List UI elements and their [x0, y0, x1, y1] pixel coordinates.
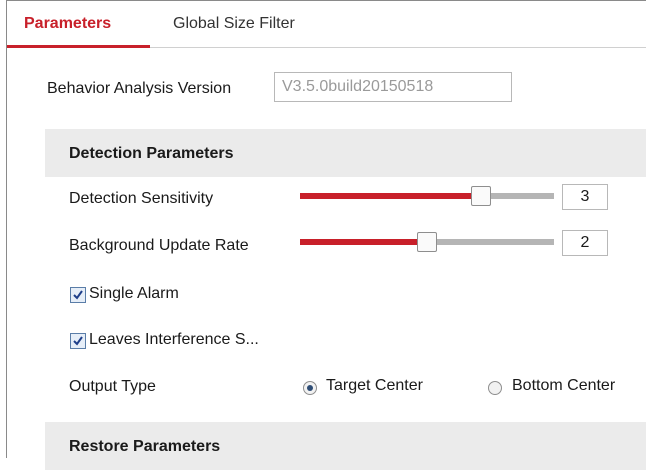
slider-thumb[interactable]	[417, 232, 437, 252]
tab-global-size-filter[interactable]: Global Size Filter	[173, 15, 295, 33]
checkmark-icon	[73, 336, 83, 346]
detection-parameters-title: Detection Parameters	[69, 145, 234, 162]
detection-sensitivity-slider[interactable]	[300, 186, 554, 207]
detection-sensitivity-value[interactable]: 3	[562, 184, 608, 210]
behavior-analysis-version-label: Behavior Analysis Version	[47, 80, 232, 97]
tab-parameters[interactable]: Parameters	[24, 15, 111, 33]
leaves-interference-label: Leaves Interference S...	[89, 331, 259, 348]
single-alarm-label: Single Alarm	[89, 285, 179, 302]
single-alarm-checkbox[interactable]	[70, 287, 86, 303]
tab-bar-divider	[150, 47, 646, 48]
active-tab-indicator	[7, 45, 150, 48]
bottom-center-radio[interactable]	[488, 381, 502, 395]
slider-fill	[300, 239, 427, 245]
detection-sensitivity-label: Detection Sensitivity	[69, 190, 214, 207]
background-update-rate-label: Background Update Rate	[69, 237, 249, 254]
target-center-radio[interactable]	[303, 381, 317, 395]
output-type-label: Output Type	[69, 378, 156, 395]
restore-parameters-title: Restore Parameters	[69, 438, 221, 455]
detection-parameters-header: Detection Parameters	[45, 129, 646, 177]
restore-parameters-header: Restore Parameters	[45, 422, 646, 470]
target-center-label: Target Center	[326, 377, 423, 394]
background-update-rate-value[interactable]: 2	[562, 230, 608, 256]
tab-bar: Parameters Global Size Filter	[7, 1, 646, 48]
slider-thumb[interactable]	[471, 186, 491, 206]
leaves-interference-checkbox[interactable]	[70, 333, 86, 349]
slider-fill	[300, 193, 481, 199]
radio-selected-dot	[307, 385, 313, 391]
background-update-rate-slider[interactable]	[300, 232, 554, 253]
bottom-center-label: Bottom Center	[512, 377, 616, 394]
checkmark-icon	[73, 290, 83, 300]
behavior-analysis-version-field	[274, 72, 512, 102]
frame-left-border	[6, 0, 7, 458]
